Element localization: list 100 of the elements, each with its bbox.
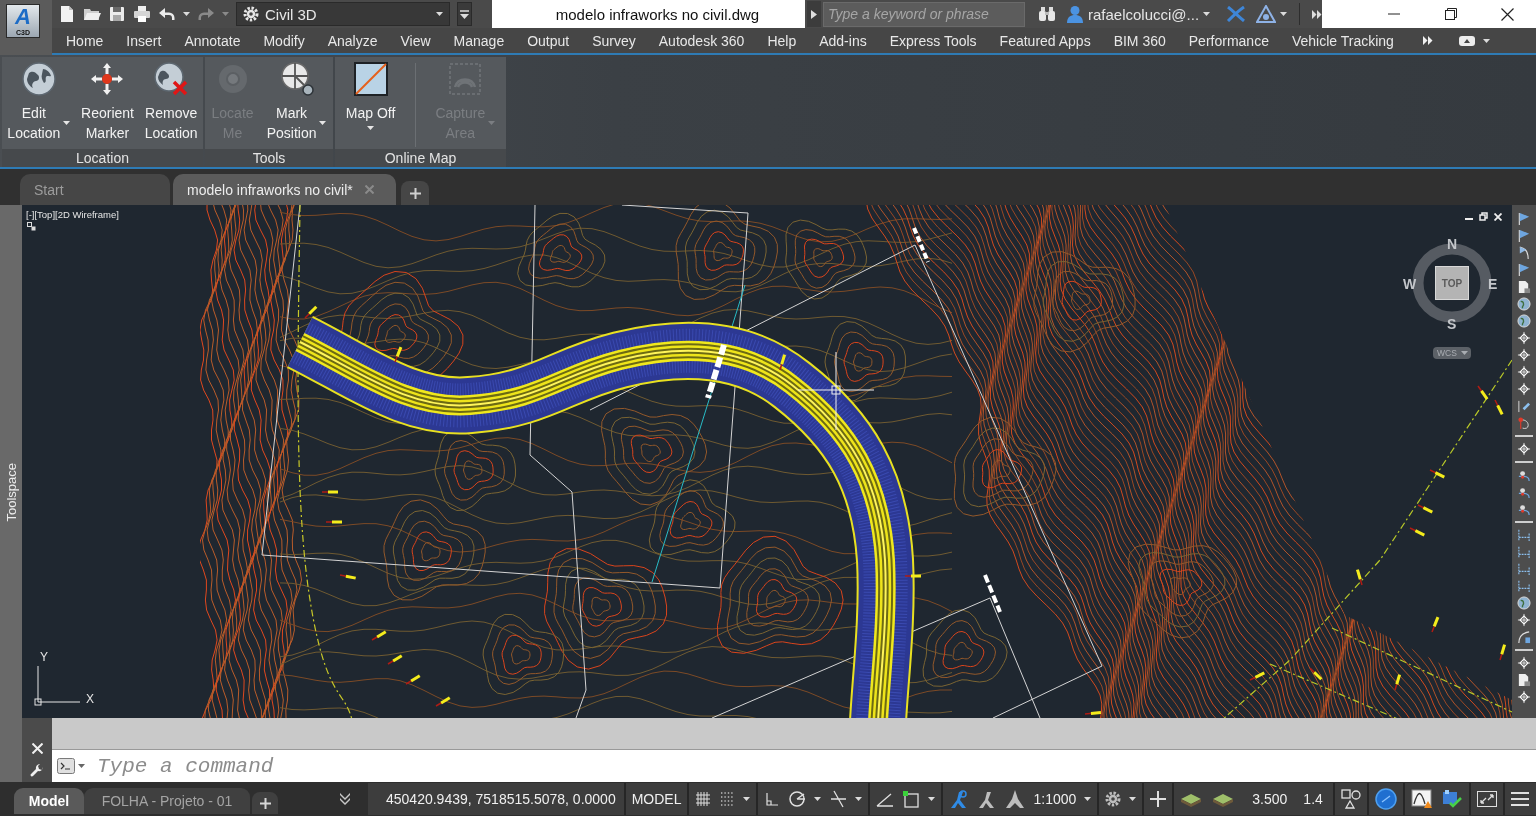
wrench-icon[interactable]: [30, 764, 44, 778]
document-icon[interactable]: [1517, 673, 1531, 687]
command-input-field[interactable]: Type a command: [52, 750, 1536, 782]
new-tab-button[interactable]: [401, 181, 429, 205]
shapes-icon[interactable]: [1340, 789, 1361, 809]
double-chevron-icon[interactable]: [1423, 36, 1433, 45]
point-marker-icon[interactable]: [1517, 331, 1531, 345]
caret-icon[interactable]: [814, 797, 822, 801]
user-icon[interactable]: [1065, 5, 1084, 23]
ribbon-toggle-icon[interactable]: [1459, 35, 1475, 46]
grid-icon[interactable]: [695, 791, 712, 807]
ribbon-tab[interactable]: Home: [66, 32, 104, 49]
caret-icon[interactable]: [319, 121, 327, 125]
round-dial-icon[interactable]: [1374, 788, 1397, 810]
caret-icon[interactable]: [855, 797, 863, 801]
flag-icon[interactable]: [1517, 263, 1531, 277]
ribbon-button[interactable]: Remove Location: [142, 61, 200, 143]
compass-west[interactable]: W: [1403, 277, 1417, 291]
checklist-icon[interactable]: [1440, 789, 1463, 809]
dimension-line-icon[interactable]: [1517, 579, 1531, 593]
point-curve-icon[interactable]: [1517, 468, 1531, 482]
close-icon[interactable]: [1501, 7, 1514, 21]
compass-east[interactable]: E: [1488, 277, 1498, 291]
dot-grid-icon[interactable]: [719, 791, 736, 807]
triangle-logo-icon[interactable]: [1256, 5, 1277, 23]
new-file-icon[interactable]: [58, 5, 76, 23]
ribbon-tab[interactable]: BIM 360: [1113, 32, 1166, 49]
file-tab[interactable]: modelo infraworks no civil*: [173, 174, 396, 205]
ribbon-tab[interactable]: View: [400, 32, 431, 49]
ortho-icon[interactable]: [764, 791, 781, 807]
ribbon-tab[interactable]: Manage: [453, 32, 505, 49]
dimension-line-icon[interactable]: [1517, 545, 1531, 559]
new-layout-button[interactable]: [252, 792, 278, 814]
ribbon-tab[interactable]: Analyze: [327, 32, 378, 49]
gear-icon[interactable]: [1105, 791, 1122, 807]
pin-curve-icon[interactable]: [1517, 416, 1531, 430]
viewport-grid-icon[interactable]: [27, 222, 36, 231]
globe-icon[interactable]: [1517, 297, 1531, 311]
ribbon-tab[interactable]: Autodesk 360: [658, 32, 745, 49]
workspace-dropdown[interactable]: Civil 3D: [236, 2, 450, 26]
ribbon-tab[interactable]: Modify: [263, 32, 305, 49]
flag-icon[interactable]: [1517, 246, 1531, 260]
caret-icon[interactable]: [743, 797, 751, 801]
compass-north[interactable]: N: [1447, 237, 1458, 251]
caret-icon[interactable]: [1084, 797, 1092, 801]
ribbon-tab[interactable]: Survey: [592, 32, 636, 49]
angle-icon[interactable]: [876, 791, 895, 807]
caret-icon[interactable]: [928, 797, 936, 801]
redo-icon[interactable]: [197, 5, 215, 23]
point-marker-icon[interactable]: [1517, 365, 1531, 379]
layer-stack-icon[interactable]: [1212, 791, 1235, 807]
command-prompt-icon[interactable]: [57, 758, 75, 774]
point-marker-icon[interactable]: [1517, 442, 1531, 456]
plus-icon[interactable]: [1150, 791, 1167, 807]
caret-icon[interactable]: [63, 121, 71, 125]
ribbon-button[interactable]: Reorient Marker: [79, 61, 136, 143]
caret-icon[interactable]: [1129, 797, 1137, 801]
caret-icon[interactable]: [1203, 12, 1211, 16]
save-icon[interactable]: [108, 5, 126, 23]
double-chevron-down-icon[interactable]: [340, 793, 350, 805]
annotation-figure-icon[interactable]: [1005, 789, 1026, 809]
point-marker-icon[interactable]: [1517, 690, 1531, 704]
ribbon-tab[interactable]: Annotate: [184, 32, 241, 49]
plus-icon[interactable]: [409, 187, 421, 199]
undo-icon[interactable]: [158, 5, 176, 23]
caret-icon[interactable]: [78, 764, 85, 768]
customize-toolbar-button[interactable]: [457, 2, 472, 26]
search-field[interactable]: Type a keyword or phrase: [823, 1, 1025, 27]
compass-south[interactable]: S: [1447, 317, 1457, 331]
print-icon[interactable]: [133, 5, 151, 23]
ribbon-tab[interactable]: Insert: [126, 32, 162, 49]
search-expand-button[interactable]: [807, 1, 822, 27]
ribbon-tab[interactable]: Output: [527, 32, 570, 49]
menu-icon[interactable]: [1510, 792, 1529, 806]
double-chevron-icon[interactable]: [1312, 9, 1322, 19]
globe-icon[interactable]: [1517, 314, 1531, 328]
ribbon-tab[interactable]: Featured Apps: [999, 32, 1091, 49]
flag-icon[interactable]: [1517, 229, 1531, 243]
dimension-line-icon[interactable]: [1517, 528, 1531, 542]
caret-icon[interactable]: [183, 12, 190, 16]
toolspace-tab[interactable]: Toolspace: [3, 463, 19, 522]
curve-line-icon[interactable]: [1517, 630, 1531, 644]
model-space-toggle[interactable]: MODEL: [625, 783, 688, 815]
caret-icon[interactable]: [1280, 12, 1288, 16]
caret-icon[interactable]: [367, 126, 375, 130]
viewport-controls-label[interactable]: [-][Top][2D Wireframe]: [26, 209, 119, 220]
point-curve-icon[interactable]: [1517, 485, 1531, 499]
crossed-lines-icon[interactable]: [829, 790, 848, 808]
layout-tab[interactable]: Model: [14, 788, 84, 814]
annotation-figure-icon[interactable]: [949, 789, 970, 809]
polar-tracking-icon[interactable]: [788, 790, 807, 808]
dimension-line-icon[interactable]: [1517, 562, 1531, 576]
binoculars-icon[interactable]: [1037, 6, 1056, 22]
ribbon-button[interactable]: Edit Location: [5, 61, 73, 143]
ribbon-tab[interactable]: Add-ins: [819, 32, 867, 49]
point-marker-icon[interactable]: [1517, 382, 1531, 396]
ribbon-tab[interactable]: Performance: [1188, 32, 1269, 49]
annotation-scale-dropdown[interactable]: 1:1000: [1033, 791, 1077, 807]
fullscreen-icon[interactable]: [1476, 791, 1497, 807]
caret-icon[interactable]: [436, 12, 443, 16]
